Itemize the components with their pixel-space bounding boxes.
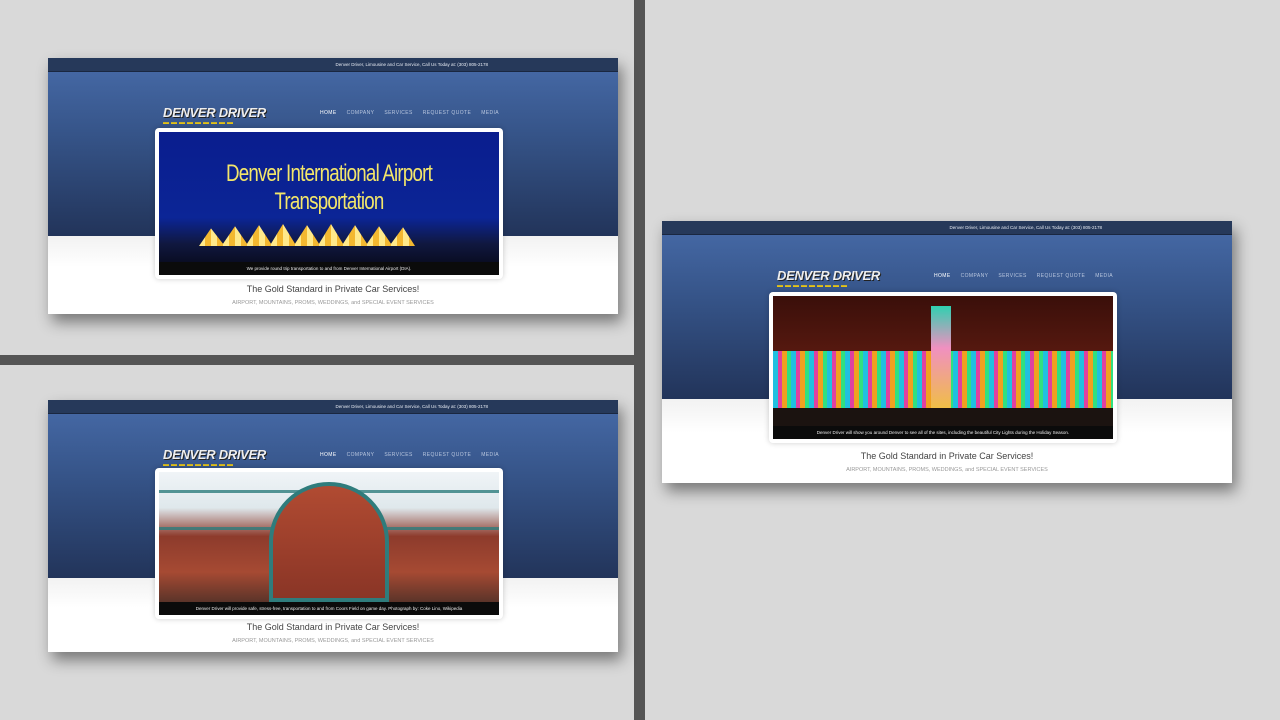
image-title: Denver International Airport Transportat… — [225, 160, 433, 215]
logo[interactable]: DENVER DRIVER ▬▬▬▬▬▬▬▬▬ — [777, 268, 880, 289]
nav-request-quote[interactable]: REQUEST QUOTE — [423, 452, 471, 458]
stadium-arch — [269, 482, 389, 602]
website-screenshot-airport: Denver Driver, Limousine and Car Service… — [48, 58, 618, 314]
website-screenshot-coors-field: Denver Driver, Limousine and Car Service… — [48, 400, 618, 652]
nav-company[interactable]: COMPANY — [347, 452, 375, 458]
slide-image-city-lights: Denver Driver will show you around Denve… — [773, 296, 1113, 439]
slide-caption: We provide round trip transportation to … — [159, 262, 499, 275]
image-slider[interactable]: Denver International Airport Transportat… — [155, 128, 503, 279]
nav-services[interactable]: SERVICES — [384, 452, 412, 458]
airport-tents — [199, 224, 415, 246]
services-subline: AIRPORT, MOUNTAINS, PROMS, WEDDINGS, and… — [846, 467, 1048, 473]
logo[interactable]: DENVER DRIVER ▬▬▬▬▬▬▬▬▬ — [163, 447, 266, 468]
tagline: The Gold Standard in Private Car Service… — [246, 284, 420, 294]
nav-home[interactable]: HOME — [320, 452, 337, 458]
image-slider[interactable]: Denver Driver will show you around Denve… — [769, 292, 1117, 443]
services-subline: AIRPORT, MOUNTAINS, PROMS, WEDDINGS, and… — [232, 638, 434, 644]
tagline: The Gold Standard in Private Car Service… — [246, 622, 420, 632]
nav-request-quote[interactable]: REQUEST QUOTE — [423, 110, 471, 116]
slide-caption: Denver Driver will provide safe, stress-… — [159, 602, 499, 615]
vertical-divider — [634, 0, 645, 720]
website-screenshot-city-lights: Denver Driver, Limousine and Car Service… — [662, 221, 1232, 483]
nav-home[interactable]: HOME — [320, 110, 337, 116]
image-slider[interactable]: Denver Driver will provide safe, stress-… — [155, 468, 503, 619]
nav-media[interactable]: MEDIA — [1095, 273, 1113, 279]
top-bar: Denver Driver, Limousine and Car Service… — [48, 400, 618, 414]
tagline: The Gold Standard in Private Car Service… — [860, 451, 1034, 461]
clock-tower — [931, 306, 951, 411]
logo[interactable]: DENVER DRIVER ▬▬▬▬▬▬▬▬▬ — [163, 105, 266, 126]
nav-services[interactable]: SERVICES — [998, 273, 1026, 279]
main-nav: HOME COMPANY SERVICES REQUEST QUOTE MEDIA — [320, 452, 499, 458]
nav-home[interactable]: HOME — [934, 273, 951, 279]
horizontal-divider — [0, 355, 634, 365]
nav-media[interactable]: MEDIA — [481, 452, 499, 458]
nav-request-quote[interactable]: REQUEST QUOTE — [1037, 273, 1085, 279]
nav-media[interactable]: MEDIA — [481, 110, 499, 116]
logo-stripes: ▬▬▬▬▬▬▬▬▬ — [163, 120, 235, 126]
nav-services[interactable]: SERVICES — [384, 110, 412, 116]
services-subline: AIRPORT, MOUNTAINS, PROMS, WEDDINGS, and… — [232, 300, 434, 306]
slide-image-coors-field: Denver Driver will provide safe, stress-… — [159, 472, 499, 615]
main-nav: HOME COMPANY SERVICES REQUEST QUOTE MEDIA — [320, 110, 499, 116]
main-nav: HOME COMPANY SERVICES REQUEST QUOTE MEDIA — [934, 273, 1113, 279]
logo-stripes: ▬▬▬▬▬▬▬▬▬ — [777, 283, 849, 289]
ground — [773, 408, 1113, 428]
nav-company[interactable]: COMPANY — [347, 110, 375, 116]
top-bar: Denver Driver, Limousine and Car Service… — [48, 58, 618, 72]
slide-caption: Denver Driver will show you around Denve… — [773, 426, 1113, 439]
slide-image-airport: Denver International Airport Transportat… — [159, 132, 499, 275]
top-bar: Denver Driver, Limousine and Car Service… — [662, 221, 1232, 235]
nav-company[interactable]: COMPANY — [961, 273, 989, 279]
